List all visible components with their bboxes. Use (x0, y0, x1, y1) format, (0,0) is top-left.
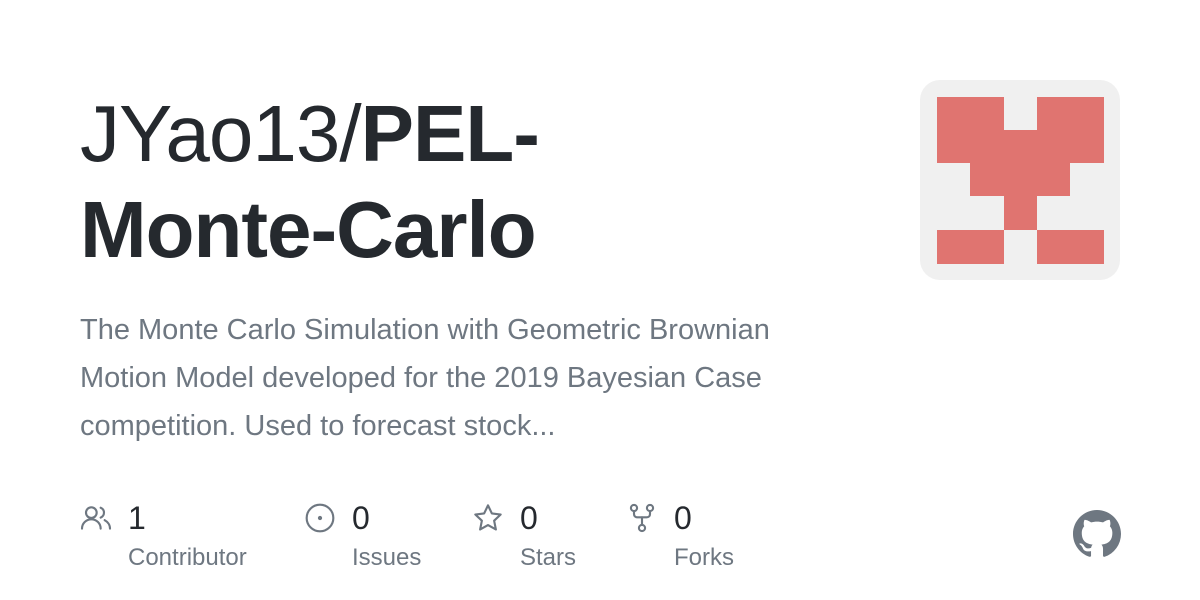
star-icon (472, 502, 504, 534)
issues-label: Issues (352, 544, 422, 571)
repo-description: The Monte Carlo Simulation with Geometri… (80, 314, 770, 442)
issues-count: 0 (352, 500, 370, 536)
people-icon (80, 502, 112, 534)
forks-count: 0 (674, 500, 692, 536)
contributors-count: 1 (128, 500, 146, 536)
contributors-label: Contributor (128, 544, 247, 571)
owner-avatar (920, 80, 1120, 280)
repo-name-part2: Monte-Carlo (80, 185, 537, 274)
stars-count: 0 (520, 500, 538, 536)
repo-owner: JYao13/ (80, 89, 362, 178)
stars-label: Stars (520, 544, 577, 571)
issue-opened-icon (304, 502, 336, 534)
github-mark-icon[interactable] (1073, 510, 1121, 558)
repo-name-part1: PEL- (360, 89, 540, 178)
identicon (937, 97, 1104, 264)
forks-label: Forks (674, 544, 734, 571)
repo-forked-icon (626, 502, 658, 534)
repo-title: JYao13/PEL- Monte-Carlo (80, 86, 840, 278)
